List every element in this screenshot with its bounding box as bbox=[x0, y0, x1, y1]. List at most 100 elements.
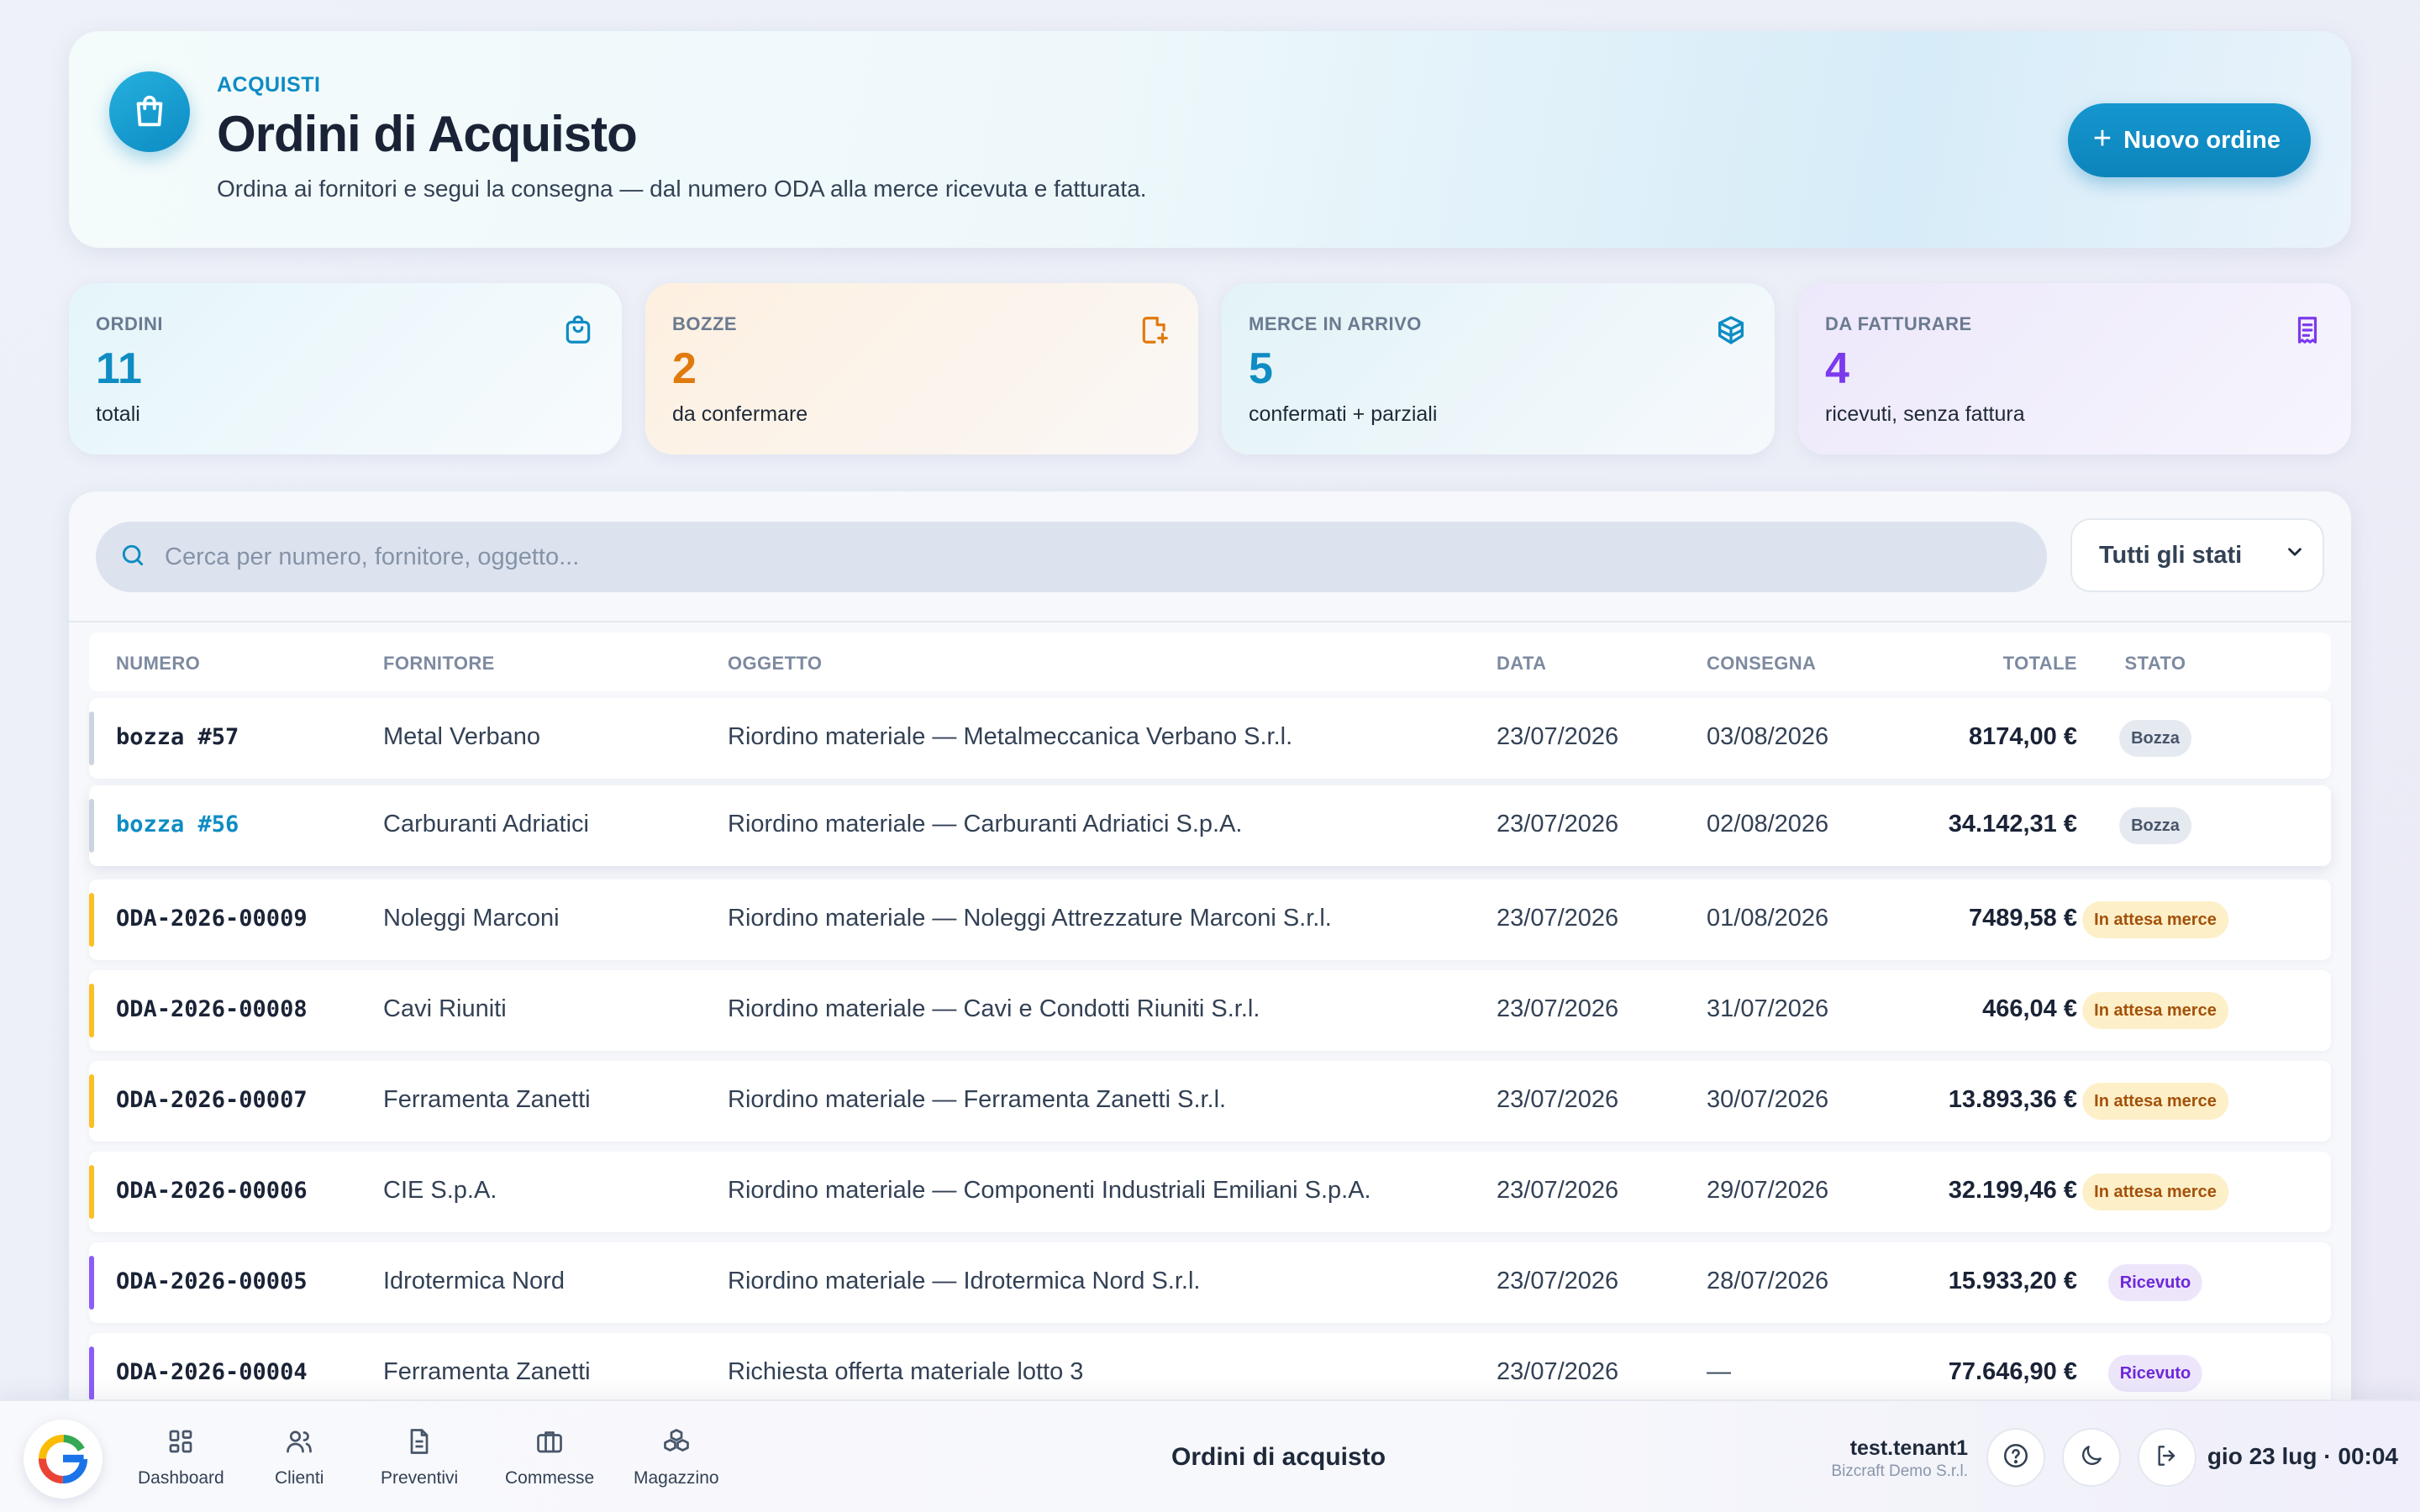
subject: Riordino materiale — Cavi e Condotti Riu… bbox=[728, 995, 1260, 1022]
search-input[interactable] bbox=[165, 543, 2013, 571]
order-date: 23/07/2026 bbox=[1497, 905, 1619, 932]
nav-magazzino[interactable]: Magazzino bbox=[634, 1426, 719, 1488]
subject: Riordino materiale — Componenti Industri… bbox=[728, 1177, 1371, 1204]
supplier: Cavi Riuniti bbox=[383, 995, 507, 1022]
briefcase-icon bbox=[534, 1426, 565, 1462]
supplier: Idrotermica Nord bbox=[383, 1268, 565, 1294]
app-logo[interactable] bbox=[24, 1420, 103, 1499]
table-row[interactable]: bozza #56 Carburanti Adriatici Riordino … bbox=[89, 785, 2331, 866]
order-number[interactable]: ODA-2026-00007 bbox=[116, 1087, 308, 1113]
bottom-dock: Dashboard Clienti Preventivi Commesse Ma… bbox=[0, 1399, 2420, 1512]
theme-toggle-button[interactable] bbox=[2062, 1428, 2121, 1487]
subject: Riordino materiale — Metalmeccanica Verb… bbox=[728, 723, 1293, 750]
table-row[interactable]: ODA-2026-00008 Cavi Riuniti Riordino mat… bbox=[89, 970, 2331, 1051]
stat-card-ordini: ORDINI 11 totali bbox=[69, 283, 622, 454]
order-number[interactable]: ODA-2026-00006 bbox=[116, 1178, 308, 1204]
orders-table-card: Tutti gli stati NUMERO FORNITORE OGGETTO… bbox=[69, 491, 2351, 1512]
status-filter-value: Tutti gli stati bbox=[2099, 541, 2243, 569]
search-icon bbox=[119, 542, 146, 573]
supplier: CIE S.p.A. bbox=[383, 1177, 497, 1204]
column-header-oggetto[interactable]: OGGETTO bbox=[728, 653, 822, 675]
nav-preventivi[interactable]: Preventivi bbox=[381, 1426, 458, 1488]
order-number[interactable]: bozza #56 bbox=[116, 811, 239, 837]
column-header-totale[interactable]: TOTALE bbox=[2003, 653, 2077, 675]
delivery-date: 02/08/2026 bbox=[1707, 811, 1829, 837]
nav-label: Commesse bbox=[505, 1468, 595, 1488]
order-number[interactable]: bozza #57 bbox=[116, 724, 239, 750]
new-order-button[interactable]: + Nuovo ordine bbox=[2067, 103, 2311, 177]
table-row[interactable]: ODA-2026-00006 CIE S.p.A. Riordino mater… bbox=[89, 1152, 2331, 1232]
logout-icon bbox=[2154, 1442, 2181, 1473]
status-bar bbox=[89, 893, 94, 947]
nav-dashboard[interactable]: Dashboard bbox=[138, 1426, 224, 1488]
nav-commesse[interactable]: Commesse bbox=[505, 1426, 594, 1488]
status-bar bbox=[89, 1074, 94, 1128]
column-header-data[interactable]: DATA bbox=[1497, 653, 1546, 675]
order-date: 23/07/2026 bbox=[1497, 723, 1619, 750]
logout-button[interactable] bbox=[2138, 1428, 2196, 1487]
page-subtitle: Ordina ai fornitori e segui la consegna … bbox=[217, 176, 1147, 202]
order-date: 23/07/2026 bbox=[1497, 1177, 1619, 1204]
order-number[interactable]: ODA-2026-00005 bbox=[116, 1268, 308, 1294]
status-bar bbox=[89, 984, 94, 1037]
moon-icon bbox=[2078, 1442, 2105, 1473]
shopping-bag-icon bbox=[560, 312, 597, 349]
order-date: 23/07/2026 bbox=[1497, 995, 1619, 1022]
subject: Riordino materiale — Ferramenta Zanetti … bbox=[728, 1086, 1227, 1113]
current-page-title: Ordini di acquisto bbox=[1171, 1443, 1386, 1471]
stat-label: MERCE IN ARRIVO bbox=[1249, 313, 1422, 334]
column-header-fornitore[interactable]: FORNITORE bbox=[383, 653, 495, 675]
order-number[interactable]: ODA-2026-00008 bbox=[116, 996, 308, 1022]
order-number[interactable]: ODA-2026-00009 bbox=[116, 906, 308, 932]
document-icon bbox=[404, 1426, 434, 1462]
page-title: Ordini di Acquisto bbox=[217, 106, 638, 162]
status-bar bbox=[89, 711, 94, 765]
table-row[interactable]: ODA-2026-00007 Ferramenta Zanetti Riordi… bbox=[89, 1061, 2331, 1142]
search-bar[interactable] bbox=[96, 522, 2047, 592]
delivery-date: 03/08/2026 bbox=[1707, 723, 1829, 750]
status-filter-select[interactable]: Tutti gli stati bbox=[2070, 518, 2324, 592]
stat-desc: ricevuti, senza fattura bbox=[1825, 402, 2025, 426]
nav-label: Magazzino bbox=[634, 1468, 719, 1488]
table-row[interactable]: ODA-2026-00005 Idrotermica Nord Riordino… bbox=[89, 1242, 2331, 1323]
order-number[interactable]: ODA-2026-00004 bbox=[116, 1359, 308, 1385]
supplier: Ferramenta Zanetti bbox=[383, 1358, 591, 1385]
stat-card-merce-in-arrivo: MERCE IN ARRIVO 5 confermati + parziali bbox=[1222, 283, 1775, 454]
nav-label: Clienti bbox=[275, 1468, 324, 1488]
total: 7489,58 € bbox=[1968, 905, 2077, 932]
order-date: 23/07/2026 bbox=[1497, 1268, 1619, 1294]
table-row[interactable]: ODA-2026-00009 Noleggi Marconi Riordino … bbox=[89, 879, 2331, 960]
stat-value: 4 bbox=[1825, 344, 1849, 393]
divider bbox=[69, 621, 2351, 622]
package-icon bbox=[1712, 312, 1749, 349]
subject: Riordino materiale — Idrotermica Nord S.… bbox=[728, 1268, 1201, 1294]
nav-clienti[interactable]: Clienti bbox=[275, 1426, 324, 1488]
help-button[interactable] bbox=[1986, 1428, 2045, 1487]
status-badge: Ricevuto bbox=[2107, 1264, 2203, 1301]
stat-desc: totali bbox=[96, 402, 140, 426]
subject: Riordino materiale — Carburanti Adriatic… bbox=[728, 811, 1243, 837]
stat-label: DA FATTURARE bbox=[1825, 313, 1972, 334]
status-badge: In attesa merce bbox=[2082, 1083, 2228, 1120]
stat-card-da-fatturare: DA FATTURARE 4 ricevuti, senza fattura bbox=[1798, 283, 2351, 454]
total: 466,04 € bbox=[1982, 995, 2077, 1022]
status-badge: Ricevuto bbox=[2107, 1355, 2203, 1392]
column-header-numero[interactable]: NUMERO bbox=[116, 653, 200, 675]
stat-value: 5 bbox=[1249, 344, 1273, 393]
supplier: Noleggi Marconi bbox=[383, 905, 560, 932]
user-name: test.tenant1 bbox=[1849, 1436, 1968, 1460]
plus-icon: + bbox=[2092, 121, 2112, 156]
status-bar bbox=[89, 799, 94, 853]
boxes-icon bbox=[661, 1426, 692, 1462]
column-header-stato[interactable]: STATO bbox=[2125, 653, 2186, 675]
column-header-consegna[interactable]: CONSEGNA bbox=[1707, 653, 1816, 675]
user-info[interactable]: test.tenant1 Bizcraft Demo S.r.l. bbox=[1831, 1436, 1968, 1481]
status-bar bbox=[89, 1347, 94, 1400]
total: 8174,00 € bbox=[1968, 723, 2077, 750]
status-bar bbox=[89, 1165, 94, 1219]
shopping-bag-icon bbox=[109, 71, 190, 152]
subject: Richiesta offerta materiale lotto 3 bbox=[728, 1358, 1084, 1385]
stat-value: 2 bbox=[672, 344, 697, 393]
receipt-icon bbox=[2289, 312, 2326, 349]
table-row[interactable]: bozza #57 Metal Verbano Riordino materia… bbox=[89, 698, 2331, 779]
